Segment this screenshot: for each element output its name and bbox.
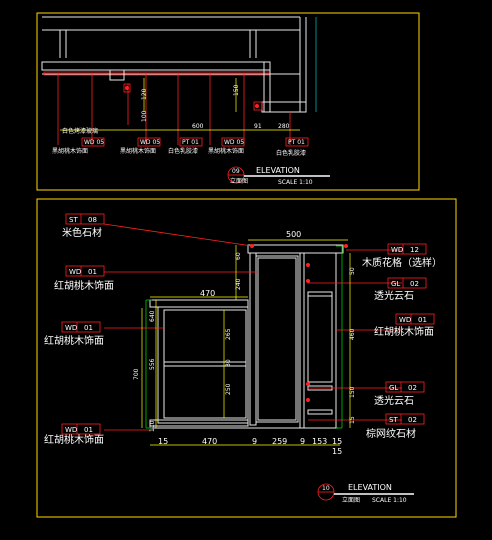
dim-500: 500 bbox=[286, 230, 301, 239]
callout-gl02-b-text: 透光云石 bbox=[374, 394, 414, 407]
dim-15-right: 15 bbox=[332, 437, 342, 446]
callout-gl02-a-text: 透光云石 bbox=[374, 289, 414, 302]
dim-110: 110 bbox=[149, 420, 156, 432]
callout-st02-text: 棕网纹石材 bbox=[366, 427, 416, 440]
drawing-canvas: 600 91 280 120 150 100 WD 05 WD 05 PT 01… bbox=[36, 12, 457, 518]
top-dim-100: 100 bbox=[141, 110, 148, 122]
callout-wd01-b-code: WD bbox=[65, 324, 77, 332]
dim-470-bottom: 470 bbox=[202, 437, 217, 446]
callout-wd01-b-num: 01 bbox=[84, 324, 93, 332]
callout-st02-num: 02 bbox=[408, 416, 417, 424]
callout-st08-num: 08 bbox=[88, 216, 97, 224]
top-label-2: 黑胡桃木饰面 bbox=[52, 147, 88, 155]
dim-700: 700 bbox=[133, 368, 140, 380]
callout-wd01-d-text: 红胡桃木饰面 bbox=[374, 325, 434, 338]
bottom-title-sub: 立面图 bbox=[342, 496, 360, 504]
dim-15: 15 bbox=[349, 416, 356, 424]
top-tag-1: WD 05 bbox=[84, 139, 104, 146]
callout-wd01-c-code: WD bbox=[65, 426, 77, 434]
top-drawing-frame bbox=[36, 12, 420, 191]
callout-st08-code: ST bbox=[69, 216, 78, 224]
top-title-scale: SCALE 1:10 bbox=[278, 179, 313, 186]
bottom-title-number: 10 bbox=[322, 485, 330, 492]
bottom-title-scale: SCALE 1:10 bbox=[372, 497, 407, 504]
callout-gl02-a-code: GL bbox=[391, 280, 400, 288]
top-label-4: 白色乳胶漆 bbox=[168, 147, 198, 155]
dim-153: 153 bbox=[312, 437, 327, 446]
dim-640: 640 bbox=[149, 310, 156, 322]
callout-wd01-c-text: 红胡桃木饰面 bbox=[44, 433, 104, 446]
dim-30: 30 bbox=[225, 359, 232, 367]
dim-15-left: 15 bbox=[158, 437, 168, 446]
callout-wd12-num: 12 bbox=[410, 246, 419, 254]
dim-470-top: 470 bbox=[200, 289, 215, 298]
dim-556: 556 bbox=[149, 358, 156, 370]
top-label-6: 白色乳胶漆 bbox=[276, 149, 306, 157]
top-title-name: ELEVATION bbox=[256, 166, 300, 175]
dim-60: 60 bbox=[235, 252, 242, 260]
top-title-sub: 立面图 bbox=[230, 177, 248, 185]
cad-drawing-viewport[interactable]: { "top": { "labels": [ {"text":"白色烤漆玻璃",… bbox=[0, 0, 492, 540]
top-label-3: 黑胡桃木饰面 bbox=[120, 147, 156, 155]
dim-250: 250 bbox=[225, 383, 232, 395]
top-tag-3: PT 01 bbox=[182, 139, 199, 146]
top-dim-600: 600 bbox=[192, 123, 204, 130]
callout-wd01-a-text: 红胡桃木饰面 bbox=[54, 279, 114, 292]
dim-150: 150 bbox=[349, 386, 356, 398]
top-title-number: 09 bbox=[232, 168, 240, 175]
top-dim-280: 280 bbox=[278, 123, 290, 130]
top-label-1: 白色烤漆玻璃 bbox=[62, 127, 98, 135]
dim-9-a: 9 bbox=[252, 437, 257, 446]
callout-wd01-a-num: 01 bbox=[88, 268, 97, 276]
bottom-title-name: ELEVATION bbox=[348, 483, 392, 492]
top-dim-120: 120 bbox=[141, 88, 148, 100]
top-tag-4: WD 05 bbox=[224, 139, 244, 146]
callout-gl02-b-code: GL bbox=[389, 384, 398, 392]
callout-gl02-a-num: 02 bbox=[410, 280, 419, 288]
callout-wd12-text: 木质花格（选样） bbox=[362, 256, 442, 269]
callout-wd01-d-num: 01 bbox=[418, 316, 427, 324]
top-dim-91: 91 bbox=[254, 123, 262, 130]
callout-wd01-a-code: WD bbox=[69, 268, 81, 276]
top-tag-2: WD 05 bbox=[140, 139, 160, 146]
top-label-5: 黑胡桃木饰面 bbox=[208, 147, 244, 155]
dim-9-b: 9 bbox=[300, 437, 305, 446]
callout-wd12-code: WD bbox=[391, 246, 403, 254]
dim-259: 259 bbox=[272, 437, 287, 446]
dim-265: 265 bbox=[225, 328, 232, 340]
dim-15-below: 15 bbox=[332, 447, 342, 456]
callout-wd01-b-text: 红胡桃木饰面 bbox=[44, 334, 104, 347]
top-dim-150: 150 bbox=[233, 84, 240, 96]
callout-gl02-b-num: 02 bbox=[408, 384, 417, 392]
dim-460: 460 bbox=[349, 328, 356, 340]
dim-240: 240 bbox=[235, 278, 242, 290]
callout-wd01-d-code: WD bbox=[399, 316, 411, 324]
callout-st08-text: 米色石材 bbox=[62, 226, 102, 239]
top-tag-5: PT 01 bbox=[288, 139, 305, 146]
dim-50: 50 bbox=[349, 267, 356, 275]
callout-wd01-c-num: 01 bbox=[84, 426, 93, 434]
callout-st02-code: ST bbox=[389, 416, 398, 424]
